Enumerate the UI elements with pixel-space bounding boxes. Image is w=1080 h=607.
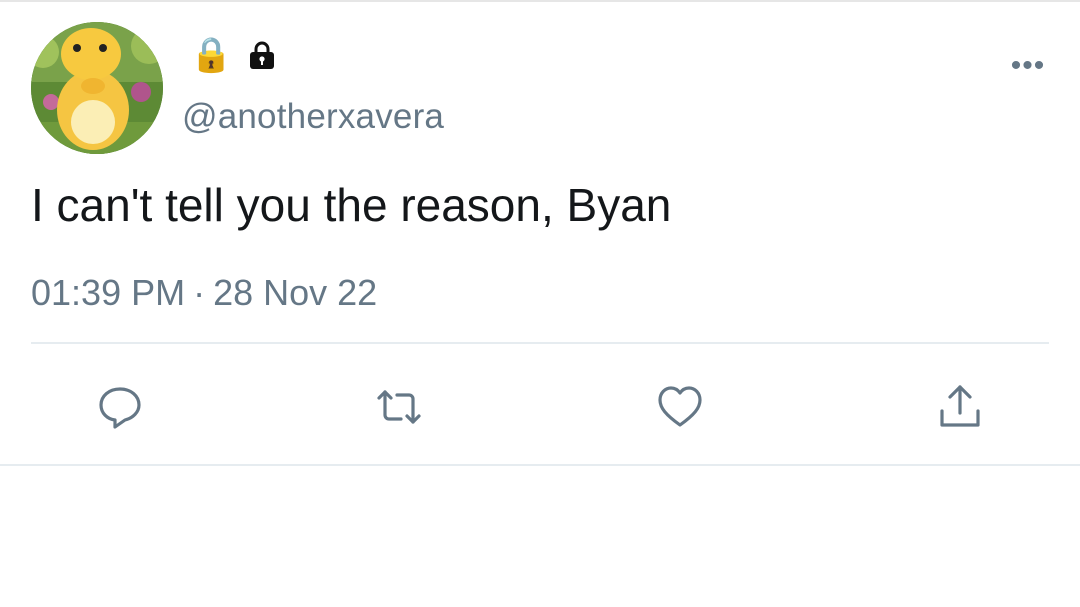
padlock-emoji: 🔒 [190,35,233,75]
tweet-text: I can't tell you the reason, Byan [31,179,672,231]
more-options-button[interactable]: ••• [1008,51,1048,81]
meta-separator: · [193,272,206,313]
actions-divider [31,342,1049,344]
retweet-button[interactable] [374,382,424,432]
like-button[interactable] [655,382,705,432]
like-icon [658,386,702,427]
reply-icon [99,387,141,429]
share-button[interactable] [935,382,985,432]
tweet-date: 28 Nov 22 [213,272,378,313]
lock-badge-icon [250,41,275,69]
bottom-divider [0,464,1080,466]
reply-button[interactable] [95,382,145,432]
avatar-image [31,22,163,154]
retweet-icon [377,390,421,424]
tweet-timestamp: 01:39 PM · 28 Nov 22 [31,272,377,314]
avatar[interactable] [31,22,163,154]
display-name-row: 🔒 [190,35,278,75]
user-handle[interactable]: @anotherxavera [182,97,444,137]
tweet-time: 01:39 PM [31,272,186,313]
share-icon [940,385,980,427]
tweet-card: 🔒 @anotherxavera ••• I can't tell you th… [0,2,1080,465]
